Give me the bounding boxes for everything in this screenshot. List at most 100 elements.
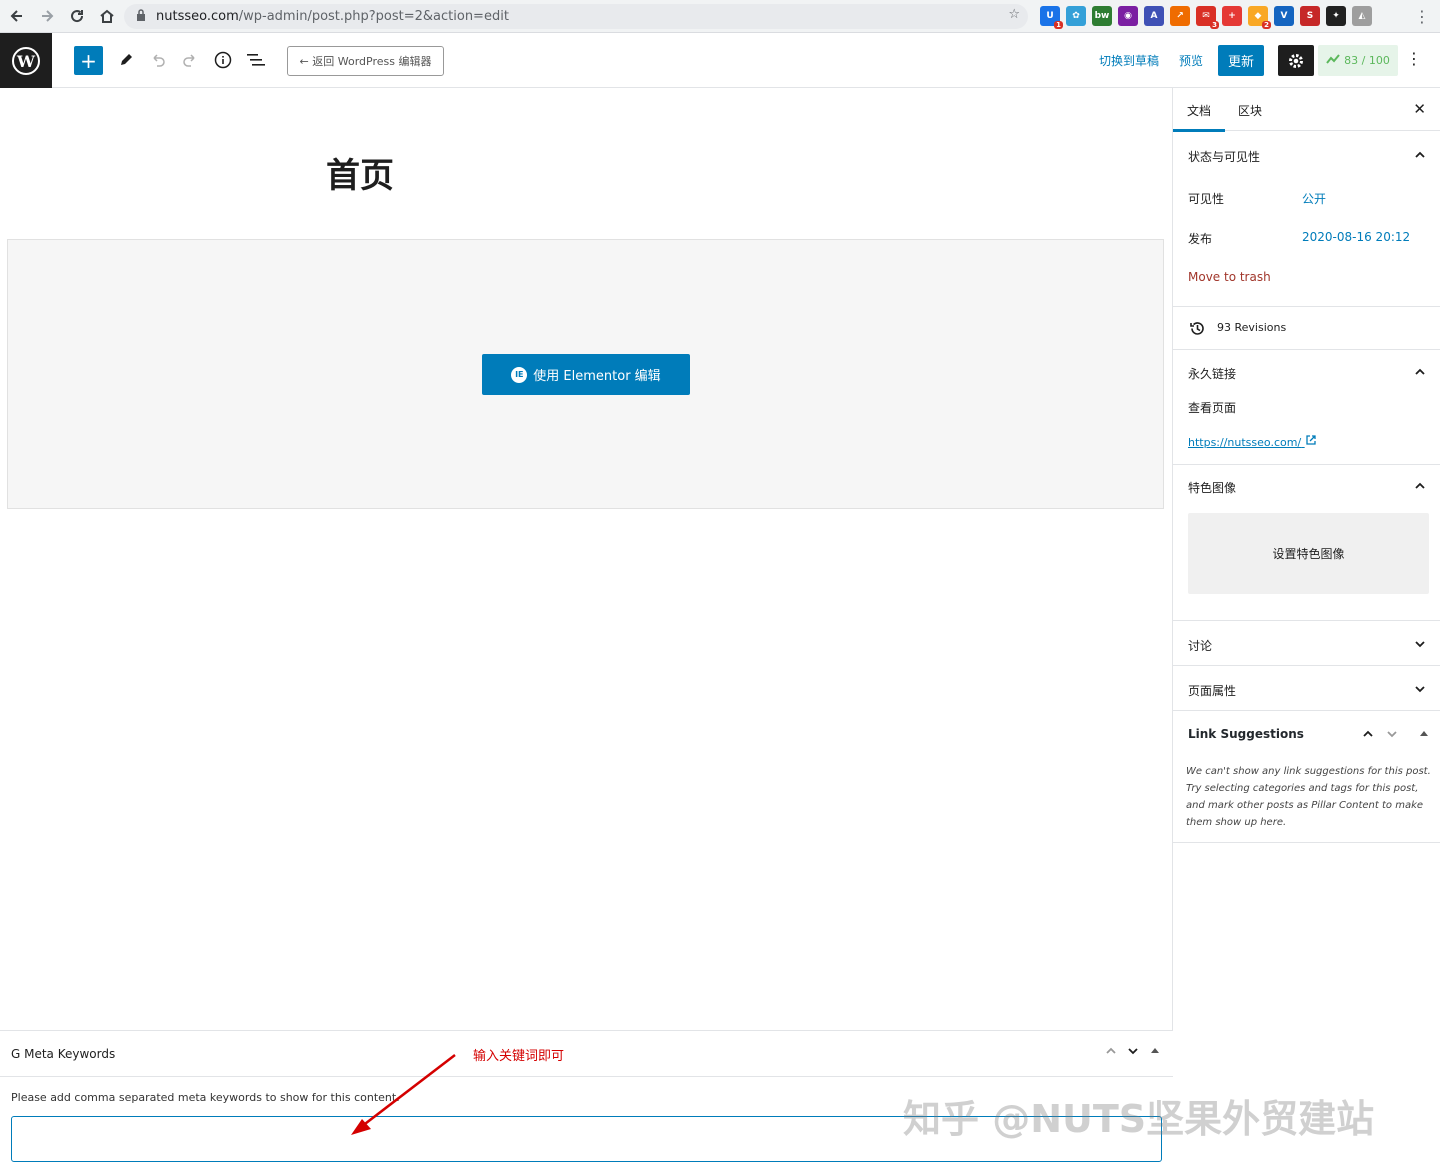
more-options-icon[interactable]: ⋮ [1406, 49, 1422, 68]
redo-icon[interactable] [179, 49, 201, 71]
tab-document[interactable]: 文档 [1172, 102, 1226, 132]
preview-link[interactable]: 预览 [1179, 52, 1203, 69]
chevron-up-icon[interactable] [1414, 480, 1426, 492]
ext-7-icon[interactable]: ✉ 3 [1196, 6, 1219, 29]
meta-keywords-header: G Meta Keywords [0, 1031, 1173, 1077]
move-down-icon[interactable] [1386, 728, 1398, 740]
watermark-text: 知乎 @NUTS坚果外贸建站 [903, 1097, 1375, 1141]
annotation-arrow-icon [351, 1054, 456, 1135]
page-attributes-panel[interactable]: 页面属性 [1173, 666, 1440, 711]
extension-badge: 3 [1210, 21, 1219, 29]
move-up-icon[interactable] [1362, 728, 1374, 740]
permalink-panel: 永久链接 查看页面 https://nutsseo.com/ [1173, 350, 1440, 465]
edit-pencil-icon[interactable] [115, 49, 137, 71]
link-suggestions-title: Link Suggestions [1188, 727, 1304, 741]
extension-badge: 1 [1054, 21, 1063, 29]
elementor-icon: IE [511, 366, 528, 383]
chevron-up-icon[interactable] [1414, 366, 1426, 378]
annotation-text: 输入关键词即可 [473, 1049, 565, 1064]
chevron-down-icon[interactable] [1414, 683, 1426, 695]
ext-10-icon[interactable]: V [1274, 6, 1294, 26]
link-suggestions-description: We can't show any link suggestions for t… [1186, 766, 1431, 828]
ext-2-icon[interactable]: ✿ [1066, 6, 1086, 26]
back-to-wp-editor-button[interactable]: ← 返回 WordPress 编辑器 [287, 46, 444, 76]
ext-5-icon[interactable]: A [1144, 6, 1164, 26]
permalink-url-text: https://nutsseo.com/ [1188, 436, 1302, 449]
undo-icon[interactable] [147, 49, 169, 71]
browser-menu-icon[interactable]: ⋮ [1414, 7, 1430, 26]
info-icon[interactable] [212, 49, 234, 71]
home-icon[interactable] [94, 3, 120, 29]
publish-date[interactable]: 2020-08-16 20:12 [1302, 230, 1410, 244]
discussion-panel[interactable]: 讨论 [1173, 621, 1440, 666]
forward-arrow-icon[interactable] [34, 3, 60, 29]
elementor-placeholder: IE 使用 Elementor 编辑 [7, 239, 1164, 509]
visibility-label: 可见性 [1188, 192, 1225, 206]
status-visibility-panel: 状态与可见性 可见性 公开 发布 2020-08-16 20:12 Move t… [1173, 131, 1440, 307]
sidebar-tabs: 文档 区块 ✕ [1172, 88, 1440, 132]
discussion-panel-title: 讨论 [1188, 639, 1213, 653]
address-bar[interactable]: nutsseo.com/wp-admin/post.php?post=2&act… [124, 4, 1028, 29]
view-page-label: 查看页面 [1188, 401, 1237, 415]
switch-to-draft-link[interactable]: 切换到草稿 [1099, 52, 1159, 69]
collapse-triangle-icon[interactable] [1419, 729, 1429, 739]
ext-1-icon[interactable]: U1 [1040, 6, 1063, 29]
ext-11-icon[interactable]: S [1300, 6, 1320, 26]
featured-image-panel: 特色图像 设置特色图像 [1173, 465, 1440, 621]
editor-header: W + ← 返回 WordPress 编辑器 切换到草稿 预览 更新 83 / … [0, 33, 1440, 88]
move-to-trash-link[interactable]: Move to trash [1188, 270, 1271, 284]
revisions-panel[interactable]: 93 Revisions [1173, 307, 1440, 350]
browser-toolbar: nutsseo.com/wp-admin/post.php?post=2&act… [0, 0, 1440, 33]
extension-badge: 2 [1262, 21, 1271, 29]
status-panel-title[interactable]: 状态与可见性 [1188, 148, 1260, 165]
set-featured-image-button[interactable]: 设置特色图像 [1188, 513, 1429, 594]
seo-leaf-icon [1326, 54, 1340, 67]
revisions-label: 93 Revisions [1217, 321, 1287, 334]
visibility-value[interactable]: 公开 [1302, 190, 1326, 207]
reload-icon[interactable] [64, 3, 90, 29]
lock-icon [136, 8, 146, 25]
ext-13-icon[interactable]: ◭ [1352, 6, 1372, 26]
seo-score-button[interactable]: 83 / 100 [1318, 45, 1398, 76]
extensions-row: U 1 ✿ bw ◉ A ↗ ✉ 3 + ◆ 2 V S ✦ ◭ [1040, 6, 1372, 29]
settings-gear-icon[interactable] [1278, 45, 1314, 76]
ext-9-icon[interactable]: ◆ 2 [1248, 6, 1271, 29]
permalink-url[interactable]: https://nutsseo.com/ [1188, 434, 1317, 449]
settings-sidebar: 文档 区块 ✕ 状态与可见性 可见性 公开 发布 2020-08-16 20:1… [1172, 88, 1440, 1171]
editor-canvas: 首页 IE 使用 Elementor 编辑 [0, 88, 1173, 1030]
bookmark-star-icon[interactable]: ☆ [1008, 7, 1020, 22]
seo-score-value: 83 / 100 [1344, 54, 1390, 67]
meta-keywords-title: G Meta Keywords [11, 1047, 116, 1061]
url-path: /wp-admin/post.php?post=2&action=edit [238, 9, 509, 24]
collapse-triangle-icon[interactable] [1149, 1045, 1161, 1057]
back-arrow-icon[interactable] [4, 3, 30, 29]
ext-8-icon[interactable]: + [1222, 6, 1242, 26]
svg-text:W: W [16, 52, 36, 71]
add-block-button[interactable]: + [74, 46, 103, 75]
edit-with-elementor-button[interactable]: IE 使用 Elementor 编辑 [482, 354, 690, 395]
ext-4-icon[interactable]: ◉ [1118, 6, 1138, 26]
elementor-button-label: 使用 Elementor 编辑 [533, 369, 661, 384]
ext-3-icon[interactable]: bw [1092, 6, 1112, 26]
link-suggestions-panel: Link Suggestions We can't show any link … [1173, 711, 1440, 843]
list-view-icon[interactable] [245, 49, 267, 71]
tab-block[interactable]: 区块 [1238, 102, 1262, 119]
chevron-down-icon[interactable] [1414, 638, 1426, 650]
chevron-up-icon[interactable] [1414, 149, 1426, 161]
page-attributes-title: 页面属性 [1188, 684, 1237, 698]
url-host: nutsseo.com [156, 9, 239, 24]
move-up-icon[interactable] [1105, 1045, 1117, 1057]
close-icon[interactable]: ✕ [1413, 100, 1426, 118]
history-icon [1189, 320, 1206, 341]
move-down-icon[interactable] [1127, 1045, 1139, 1057]
featured-panel-title[interactable]: 特色图像 [1188, 479, 1236, 496]
publish-label: 发布 [1188, 232, 1213, 246]
meta-keywords-description: Please add comma separated meta keywords… [11, 1091, 400, 1104]
wordpress-logo-icon[interactable]: W [0, 33, 52, 88]
ext-6-icon[interactable]: ↗ [1170, 6, 1190, 26]
ext-12-icon[interactable]: ✦ [1326, 6, 1346, 26]
external-link-icon [1305, 435, 1317, 449]
permalink-panel-title[interactable]: 永久链接 [1188, 365, 1236, 382]
post-title[interactable]: 首页 [326, 148, 394, 197]
update-button[interactable]: 更新 [1218, 45, 1264, 76]
